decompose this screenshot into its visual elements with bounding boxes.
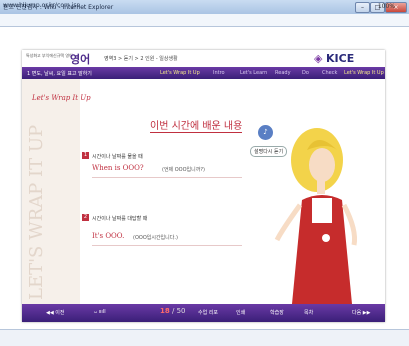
breadcrumb: 영역3 > 듣기 > 2 인원 - 일상생활 — [104, 56, 178, 62]
page-title: 이번 시간에 배운 내용 — [150, 117, 243, 133]
teacher-illustration — [274, 128, 357, 304]
header-small-text: 특성화고 부익에신규택 영어 — [26, 53, 73, 58]
item-meaning: (OOO입시간입니다.) — [133, 235, 178, 241]
current-page: 18 — [160, 307, 170, 315]
divider — [92, 245, 242, 246]
item-number: 1 — [82, 152, 89, 159]
print-button[interactable]: 인쇄 — [236, 309, 245, 316]
current-step: Let's Wrap It Up — [160, 70, 200, 76]
total-pages: / 50 — [172, 307, 186, 315]
sidebar-watermark: LET'S WRAP IT UP — [26, 124, 47, 300]
address-bar[interactable] — [0, 14, 409, 27]
item-number: 2 — [82, 214, 89, 221]
toc-button[interactable]: 목차 — [304, 309, 313, 316]
item-label: 시간이나 날짜를 대답할 때 — [92, 216, 148, 222]
scrap-button[interactable]: 수업 리포 — [198, 309, 218, 316]
minimize-button[interactable]: – — [355, 2, 370, 13]
section-heading: Let's Wrap It Up — [32, 94, 91, 102]
item-meaning: (언제 OOO입니까?) — [162, 167, 205, 173]
address-text: www.hijump.or.kr/com.jsp — [3, 2, 81, 9]
status-bar — [0, 329, 409, 346]
tab-do[interactable]: Do — [302, 70, 309, 76]
english-logo: 영어 — [70, 53, 91, 66]
zoom-level[interactable]: 100% — [378, 3, 395, 10]
divider — [92, 177, 242, 178]
unit-title: 1 면도, 날씨, 요일 표고 말하기 — [27, 71, 92, 77]
next-button[interactable]: 다음 ▶▶ — [352, 309, 370, 316]
study-button[interactable]: 학습장 — [270, 309, 284, 316]
item-pattern: It's OOO. — [92, 232, 125, 240]
item-label: 시간이나 날짜를 물을 때 — [92, 154, 143, 160]
tab-intro[interactable]: Intro — [213, 70, 225, 76]
prev-button[interactable]: ◀◀ 이전 — [46, 309, 64, 316]
tab-lets-learn[interactable]: Let's Learn — [240, 70, 267, 76]
kice-logo: KICE — [326, 52, 355, 65]
tab-check[interactable]: Check — [322, 70, 337, 76]
tab-wrap-up[interactable]: Let's Wrap It Up — [344, 70, 384, 76]
tab-ready[interactable]: Ready — [275, 70, 291, 76]
item-pattern: When is OOO? — [92, 164, 144, 172]
kice-logo-icon: ◈ — [314, 52, 323, 65]
volume-control[interactable]: ᴗ ıııll — [94, 309, 106, 315]
